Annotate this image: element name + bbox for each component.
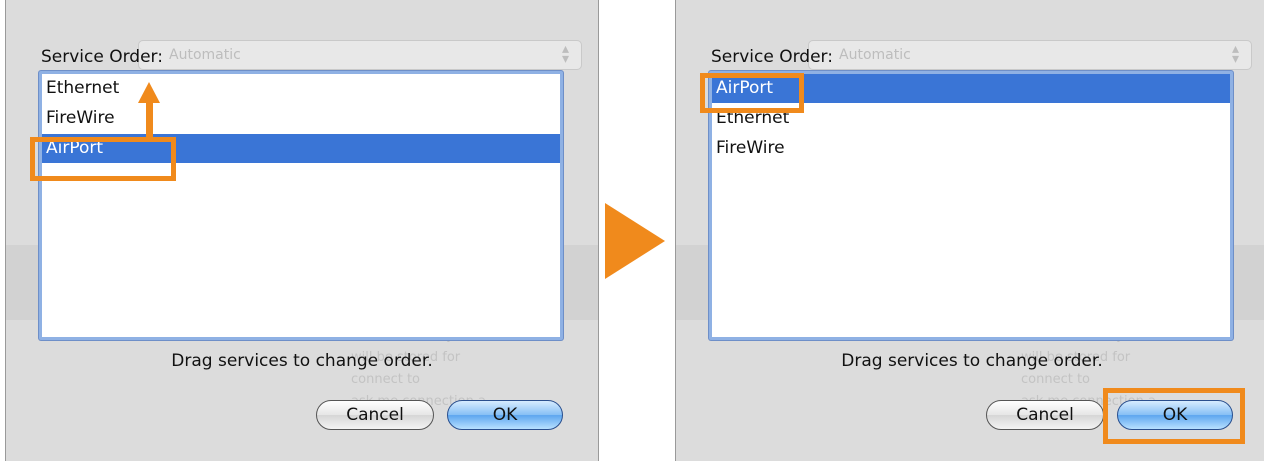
drag-hint-text: Drag services to change order.	[841, 351, 1103, 371]
background-popup-text: Automatic	[839, 47, 911, 63]
updown-arrows-icon: ▴ ▾	[561, 41, 569, 67]
airport-highlight-box	[700, 73, 804, 113]
service-order-list[interactable]: Ethernet FireWire AirPort	[39, 71, 563, 340]
list-item[interactable]: FireWire	[712, 134, 1230, 163]
cancel-button[interactable]: Cancel	[986, 400, 1104, 430]
list-item[interactable]: FireWire	[42, 104, 560, 133]
airport-highlight-box	[30, 137, 176, 181]
ok-button[interactable]: OK	[447, 400, 563, 430]
drag-up-arrow-shaft	[146, 101, 153, 139]
background-popup-text: Automatic	[169, 47, 241, 63]
ok-highlight-box	[1103, 388, 1245, 444]
background-location-popup: Automatic ▴ ▾	[808, 40, 1252, 70]
before-sheet: Automatic ▴▾ connect when you ask will b…	[5, 0, 599, 461]
up-arrow-icon	[138, 82, 160, 103]
next-step-arrow-icon	[605, 203, 665, 279]
service-order-label: Service Order:	[41, 47, 163, 67]
after-sheet: Automatic ▴▾ connect when you ask will b…	[675, 0, 1264, 461]
updown-arrows-icon: ▴ ▾	[1231, 41, 1239, 67]
cancel-button[interactable]: Cancel	[316, 400, 434, 430]
list-item[interactable]: Ethernet	[42, 74, 560, 103]
service-order-label: Service Order:	[711, 47, 833, 67]
drag-hint-text: Drag services to change order.	[171, 351, 433, 371]
background-location-popup: Automatic ▴ ▾	[138, 40, 582, 70]
